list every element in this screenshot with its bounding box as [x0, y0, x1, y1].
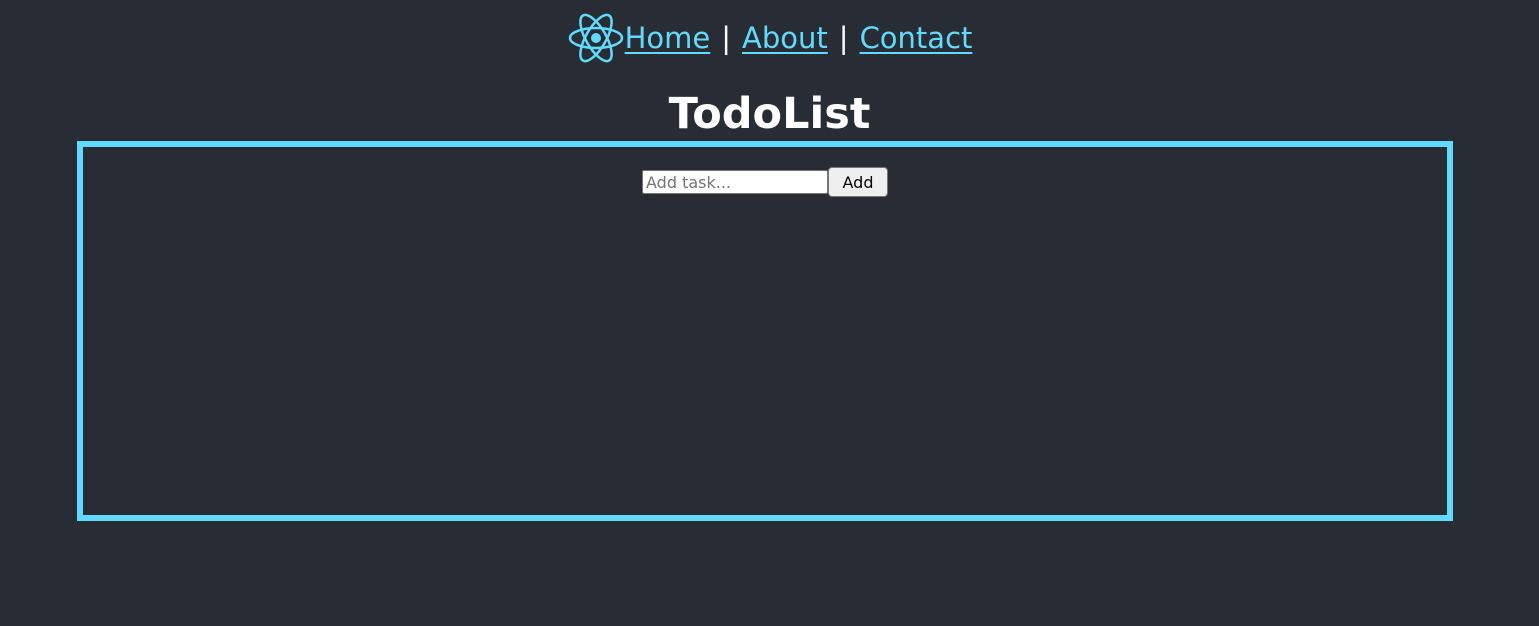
react-atom-icon — [567, 9, 625, 67]
add-task-button[interactable]: Add — [828, 167, 888, 197]
app-page: Home | About | Contact TodoList Add — [0, 0, 1539, 626]
task-input[interactable] — [642, 170, 828, 194]
nav-separator: | — [838, 21, 849, 55]
add-task-form: Add — [83, 167, 1447, 197]
nav-link-about[interactable]: About — [742, 21, 828, 55]
top-nav: Home | About | Contact — [0, 8, 1539, 68]
page-title: TodoList — [668, 89, 871, 139]
todo-board: Add — [77, 141, 1453, 521]
nav-link-home[interactable]: Home — [625, 21, 711, 55]
nav-separator: | — [721, 21, 732, 55]
nav-link-contact[interactable]: Contact — [860, 21, 973, 55]
